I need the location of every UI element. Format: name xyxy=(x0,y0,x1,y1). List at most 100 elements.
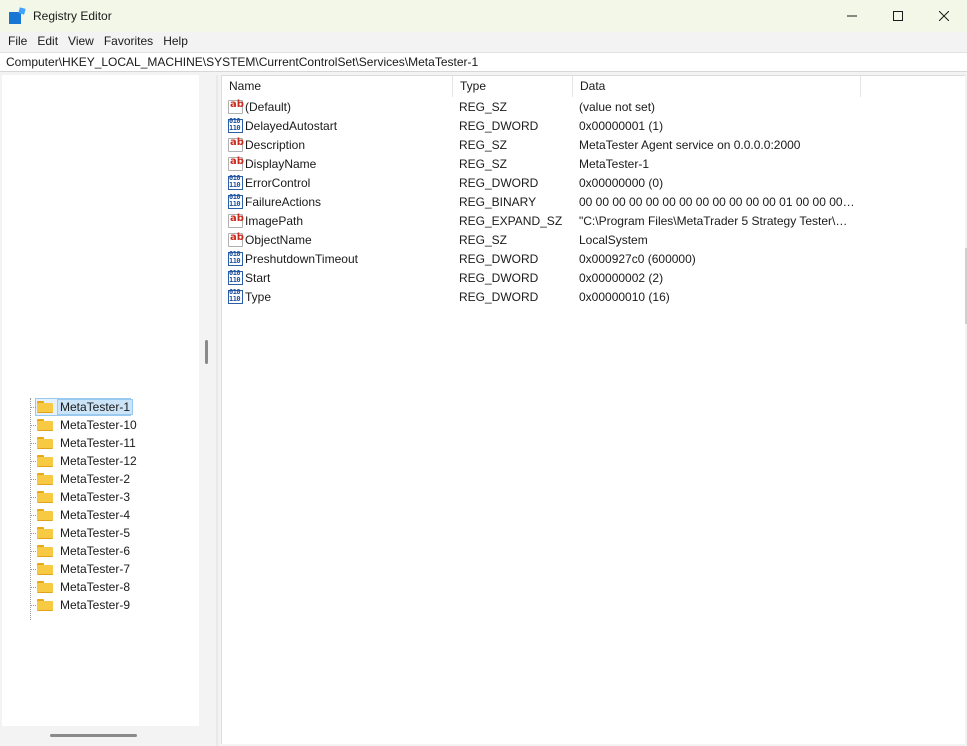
string-value-icon: ab xyxy=(228,99,244,114)
minimize-button[interactable] xyxy=(829,0,875,32)
minimize-icon xyxy=(847,15,857,17)
value-name: ObjectName xyxy=(245,233,312,247)
column-header-type[interactable]: Type xyxy=(453,76,573,97)
list-header: Name Type Data xyxy=(222,76,966,97)
tree-item-label: MetaTester-4 xyxy=(60,508,131,522)
tree-item[interactable]: MetaTester-6 xyxy=(2,542,199,560)
tree-item-label: MetaTester-10 xyxy=(60,418,137,432)
tree-item-label: MetaTester-3 xyxy=(60,490,131,504)
binary-value-icon: 010 110 xyxy=(228,288,243,304)
value-row[interactable]: 010 110 Type REG_DWORD 0x00000010 (16) xyxy=(222,288,966,307)
value-row[interactable]: 010 110 FailureActions REG_BINARY 00 00 00 0… xyxy=(222,193,966,212)
value-type: REG_SZ xyxy=(459,100,508,114)
tree-item-label: MetaTester-12 xyxy=(60,454,137,468)
value-row[interactable]: ab Description REG_SZ MetaTester Agent serv… xyxy=(222,136,966,155)
tree-item-label: MetaTester-7 xyxy=(60,562,131,576)
tree-item-label: MetaTester-8 xyxy=(60,580,131,594)
tree-item[interactable]: MetaTester-10 xyxy=(2,416,199,434)
value-data: (value not set) xyxy=(579,100,656,114)
value-data: 0x00000010 (16) xyxy=(579,290,670,304)
registry-editor-app-icon xyxy=(9,7,26,24)
column-header-name[interactable]: Name xyxy=(222,76,453,97)
tree-item-label: MetaTester-5 xyxy=(60,526,131,540)
value-name: Description xyxy=(245,138,306,152)
value-row[interactable]: 010 110 ErrorControl REG_DWORD 0x00000000 (0… xyxy=(222,174,966,193)
folder-icon xyxy=(37,401,53,413)
value-data: 0x00000000 (0) xyxy=(579,176,664,190)
value-row[interactable]: ab DisplayName REG_SZ MetaTester-1 xyxy=(222,155,966,174)
menu-bar: File Edit View Favorites Help xyxy=(0,32,967,51)
value-type: REG_DWORD xyxy=(459,252,539,266)
tree-item-label: MetaTester-11 xyxy=(60,436,136,450)
string-value-icon: ab xyxy=(228,137,244,152)
value-name: ErrorControl xyxy=(245,176,311,190)
pane-splitter[interactable] xyxy=(216,75,218,746)
value-data: MetaTester Agent service on 0.0.0.0:2000 xyxy=(579,138,801,152)
tree-item[interactable]: MetaTester-2 xyxy=(2,470,199,488)
value-type: REG_SZ xyxy=(459,233,508,247)
value-type: REG_SZ xyxy=(459,157,508,171)
value-row[interactable]: 010 110 Start REG_DWORD 0x00000002 (2) xyxy=(222,269,966,288)
value-data: "C:\Program Files\MetaTrader 5 Strategy … xyxy=(579,214,857,228)
tree-item-label: MetaTester-6 xyxy=(60,544,131,558)
value-type: REG_EXPAND_SZ xyxy=(459,214,563,228)
address-bar[interactable]: Computer\HKEY_LOCAL_MACHINE\SYSTEM\Curre… xyxy=(0,52,967,72)
maximize-button[interactable] xyxy=(875,0,921,32)
menu-file[interactable]: File xyxy=(3,32,32,51)
column-header-data[interactable]: Data xyxy=(573,76,861,97)
binary-value-icon: 010 110 xyxy=(228,174,243,190)
value-name: PreshutdownTimeout xyxy=(245,252,358,266)
tree-item[interactable]: MetaTester-3 xyxy=(2,488,199,506)
value-name: Type xyxy=(245,290,272,304)
tree-item[interactable]: MetaTester-11 xyxy=(2,434,199,452)
tree-item[interactable]: MetaTester-9 xyxy=(2,596,199,614)
menu-favorites[interactable]: Favorites xyxy=(99,32,158,51)
value-type: REG_BINARY xyxy=(459,195,537,209)
tree-vertical-scrollbar[interactable] xyxy=(205,340,208,364)
value-row[interactable]: 010 110 PreshutdownTimeout REG_DWORD 0x00092… xyxy=(222,250,966,269)
values-rows: ab (Default) REG_SZ (value not set) 010 110 De… xyxy=(222,98,966,307)
string-value-icon: ab xyxy=(228,232,244,247)
menu-help[interactable]: Help xyxy=(158,32,193,51)
value-type: REG_SZ xyxy=(459,138,508,152)
value-name: Start xyxy=(245,271,271,285)
menu-edit[interactable]: Edit xyxy=(32,32,63,51)
menu-view[interactable]: View xyxy=(63,32,99,51)
tree-item[interactable]: MetaTester-8 xyxy=(2,578,199,596)
value-row[interactable]: ab (Default) REG_SZ (value not set) xyxy=(222,98,966,117)
tree-item-label: MetaTester-9 xyxy=(60,598,131,612)
value-type: REG_DWORD xyxy=(459,271,539,285)
tree-item[interactable]: MetaTester-7 xyxy=(2,560,199,578)
value-type: REG_DWORD xyxy=(459,176,539,190)
folder-icon xyxy=(37,437,53,449)
value-type: REG_DWORD xyxy=(459,290,539,304)
value-row[interactable]: 010 110 DelayedAutostart REG_DWORD 0x0000000… xyxy=(222,117,966,136)
window-title: Registry Editor xyxy=(33,9,112,23)
value-data: LocalSystem xyxy=(579,233,648,247)
tree-item[interactable]: MetaTester-5 xyxy=(2,524,199,542)
tree-item[interactable]: MetaTester-4 xyxy=(2,506,199,524)
value-name: DelayedAutostart xyxy=(245,119,338,133)
tree-item[interactable]: MetaTester-12 xyxy=(2,452,199,470)
folder-icon xyxy=(37,545,53,557)
value-data: 0x00000001 (1) xyxy=(579,119,664,133)
tree-item-label: MetaTester-1 xyxy=(57,399,134,415)
folder-icon xyxy=(37,419,53,431)
value-name: DisplayName xyxy=(245,157,317,171)
value-name: (Default) xyxy=(245,100,292,114)
value-row[interactable]: ab ImagePath REG_EXPAND_SZ "C:\Program File… xyxy=(222,212,966,231)
value-name: FailureActions xyxy=(245,195,322,209)
string-value-icon: ab xyxy=(228,213,244,228)
binary-value-icon: 010 110 xyxy=(228,250,243,266)
tree-item[interactable]: MetaTester-1 xyxy=(2,398,199,416)
value-name: ImagePath xyxy=(245,214,304,228)
folder-icon xyxy=(37,473,53,485)
key-tree-pane[interactable]: MetaTester-1 MetaTester-10 MetaTester-11 Me… xyxy=(2,75,199,726)
value-row[interactable]: ab ObjectName REG_SZ LocalSystem xyxy=(222,231,966,250)
folder-icon xyxy=(37,527,53,539)
values-list-pane[interactable]: Name Type Data ab (Default) REG_SZ (value n… xyxy=(221,75,965,744)
close-button[interactable] xyxy=(921,0,967,32)
tree-horizontal-scrollbar[interactable] xyxy=(50,734,137,737)
maximize-icon xyxy=(893,11,903,21)
tree-item-label: MetaTester-2 xyxy=(60,472,131,486)
